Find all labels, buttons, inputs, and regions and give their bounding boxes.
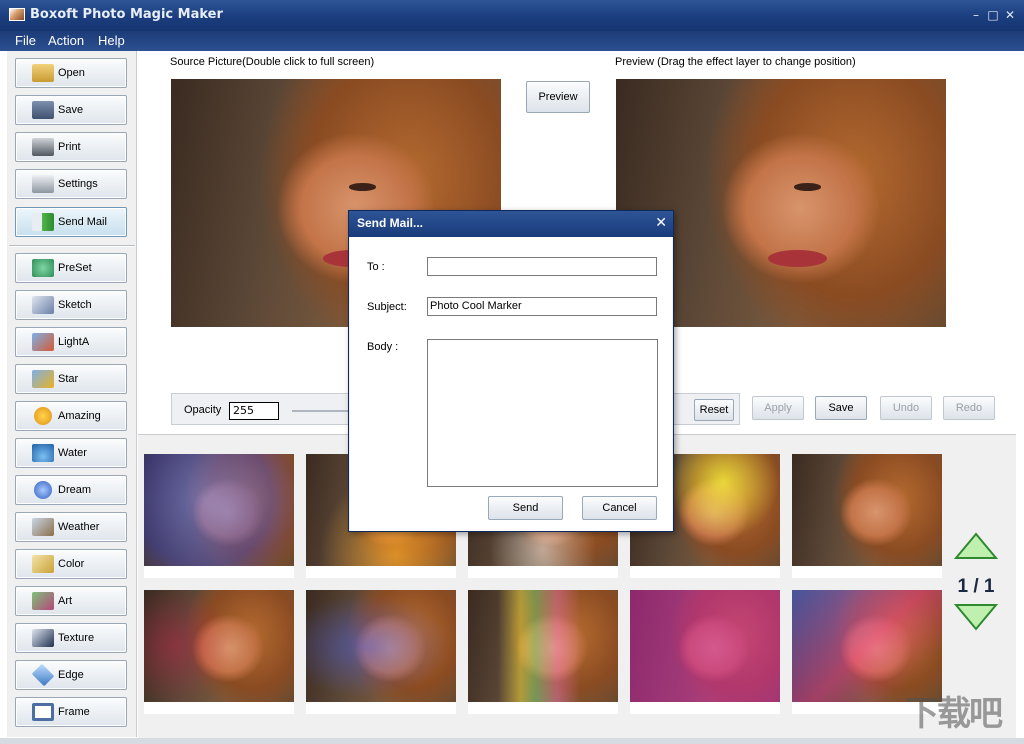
texture-a-icon [32,629,54,647]
opacity-slider[interactable] [292,410,352,412]
sidebar: Open Save Print Settings Send Mail PreSe… [7,51,137,737]
effect-art-button[interactable]: Art [15,586,127,616]
effect-star-button[interactable]: Star [15,364,127,394]
send-mail-button[interactable]: Send Mail [15,207,127,237]
watermark-logo: 下载吧 [905,694,1003,734]
page-indicator: 1 / 1 [957,576,995,597]
page-down-button[interactable] [952,601,1000,633]
title-bar: Boxoft Photo Magic Maker – □ ✕ [0,0,1024,31]
lips-mark [767,250,828,268]
body-label: Body : [367,341,399,353]
effect-frame-button[interactable]: Frame [15,697,127,727]
dialog-close-icon[interactable]: ✕ [655,215,667,231]
preset-icon [32,259,54,277]
body-textarea[interactable] [427,339,658,487]
save-button[interactable]: Save [15,95,127,125]
opacity-label: Opacity [184,404,222,416]
star-icon [32,370,54,388]
water-drop-icon [32,444,54,462]
send-mail-dialog: Send Mail... ✕ To : Subject: Photo Cool … [348,210,674,532]
effect-thumbnail[interactable] [144,590,294,714]
preview-button[interactable]: Preview [526,81,590,113]
opacity-input[interactable]: 255 [229,402,279,420]
menu-file[interactable]: File [15,33,36,48]
dialog-body: To : Subject: Photo Cool Marker Body : S… [350,237,672,531]
print-button[interactable]: Print [15,132,127,162]
opacity-panel: Opacity 255 [171,393,352,425]
close-icon[interactable]: ✕ [1004,9,1016,21]
subject-label: Subject: [367,301,407,313]
window-title: Boxoft Photo Magic Maker [30,7,223,22]
effect-lighta-button[interactable]: LightA [15,327,127,357]
send-mail-arrow-icon [32,213,54,231]
weather-icon [32,518,54,536]
status-bar [0,738,1024,744]
sidebar-divider [9,245,135,247]
folder-open-icon [32,64,54,82]
effect-texture-button[interactable]: Texture [15,623,127,653]
subject-field[interactable]: Photo Cool Marker [427,297,657,316]
eye-mark [349,183,376,191]
send-button[interactable]: Send [488,496,563,520]
settings-button[interactable]: Settings [15,169,127,199]
dialog-title: Send Mail... [357,216,424,230]
effect-dream-button[interactable]: Dream [15,475,127,505]
menu-action[interactable]: Action [48,33,84,48]
amazing-smiley-icon [34,407,52,425]
preview-caption: Preview (Drag the effect layer to change… [615,56,856,68]
page-up-button[interactable] [952,530,1000,562]
source-caption: Source Picture(Double click to full scre… [170,56,375,68]
floppy-disk-icon [32,101,54,119]
effect-color-button[interactable]: Color [15,549,127,579]
open-button[interactable]: Open [15,58,127,88]
edge-diamond-icon [31,663,55,687]
effect-thumbnail[interactable] [630,590,780,714]
sketch-pencil-icon [32,296,54,314]
cancel-button[interactable]: Cancel [582,496,657,520]
menu-help[interactable]: Help [98,33,125,48]
effect-preset-button[interactable]: PreSet [15,253,127,283]
light-icon [32,333,54,351]
printer-icon [32,138,54,156]
effect-weather-button[interactable]: Weather [15,512,127,542]
effect-thumbnail[interactable] [144,454,294,578]
color-palette-icon [32,555,54,573]
effect-sketch-button[interactable]: Sketch [15,290,127,320]
reset-button[interactable]: Reset [694,399,734,421]
dream-globe-icon [34,481,52,499]
eye-mark [794,183,821,191]
triangle-up-icon [953,532,999,559]
maximize-icon[interactable]: □ [987,9,999,21]
art-brush-icon [32,592,54,610]
undo-button[interactable]: Undo [880,396,932,420]
redo-button[interactable]: Redo [943,396,995,420]
save-effect-button[interactable]: Save [815,396,867,420]
triangle-down-icon [953,604,999,631]
apply-button[interactable]: Apply [752,396,804,420]
effect-thumbnail[interactable] [468,590,618,714]
effect-water-button[interactable]: Water [15,438,127,468]
dialog-title-bar: Send Mail... ✕ [349,211,673,237]
frame-icon [32,703,54,721]
menu-bar: File Action Help [0,31,1024,51]
to-field[interactable] [427,257,657,276]
minimize-icon[interactable]: – [970,9,982,21]
effect-amazing-button[interactable]: Amazing [15,401,127,431]
effect-thumbnail[interactable] [306,590,456,714]
app-icon [9,8,25,21]
effect-thumbnail[interactable] [792,454,942,578]
settings-gear-icon [32,175,54,193]
effect-edge-button[interactable]: Edge [15,660,127,690]
to-label: To : [367,261,385,273]
reset-panel: Reset [673,393,740,425]
